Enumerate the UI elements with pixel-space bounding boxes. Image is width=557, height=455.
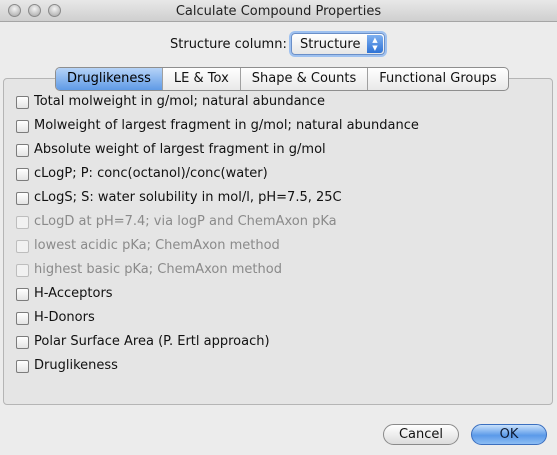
option-label: H-Donors <box>34 310 95 325</box>
checkbox[interactable] <box>16 360 29 373</box>
tab-bar: Druglikeness LE & Tox Shape & Counts Fun… <box>55 67 509 91</box>
checkbox <box>16 216 29 229</box>
tab-functional-groups[interactable]: Functional Groups <box>367 68 507 90</box>
ok-button[interactable]: OK <box>471 424 547 445</box>
tab-druglikeness[interactable]: Druglikeness <box>56 68 162 90</box>
dialog-window: Calculate Compound Properties Structure … <box>0 0 557 455</box>
option-label: Absolute weight of largest fragment in g… <box>34 142 326 157</box>
title-bar: Calculate Compound Properties <box>0 0 557 22</box>
checkbox[interactable] <box>16 192 29 205</box>
structure-column-label: Structure column: <box>170 37 287 52</box>
select-arrows-icon: ▲ ▼ <box>367 35 383 53</box>
checkbox[interactable] <box>16 96 29 109</box>
option-label: cLogS; S: water solubility in mol/l, pH=… <box>34 190 342 205</box>
option-label: cLogP; P: conc(octanol)/conc(water) <box>34 166 268 181</box>
checkbox[interactable] <box>16 120 29 133</box>
option-label: Polar Surface Area (P. Ertl approach) <box>34 334 270 349</box>
cancel-button[interactable]: Cancel <box>383 424 459 445</box>
option-label: H-Acceptors <box>34 286 113 301</box>
option-label: cLogD at pH=7.4; via logP and ChemAxon p… <box>34 214 337 229</box>
structure-column-row: Structure column: Structure ▲ ▼ <box>0 33 557 57</box>
option-label: highest basic pKa; ChemAxon method <box>34 262 282 277</box>
checkbox[interactable] <box>16 288 29 301</box>
checkbox[interactable] <box>16 144 29 157</box>
structure-column-select[interactable]: Structure ▲ ▼ <box>291 33 385 55</box>
tab-shape-counts[interactable]: Shape & Counts <box>239 68 368 90</box>
checkbox[interactable] <box>16 336 29 349</box>
checkbox <box>16 264 29 277</box>
option-label: Total molweight in g/mol; natural abunda… <box>34 94 325 109</box>
checkbox <box>16 240 29 253</box>
structure-column-value: Structure <box>300 37 361 52</box>
option-label: Druglikeness <box>34 358 118 373</box>
option-label: Molweight of largest fragment in g/mol; … <box>34 118 419 133</box>
checkbox[interactable] <box>16 312 29 325</box>
window-title: Calculate Compound Properties <box>175 4 382 19</box>
checkbox[interactable] <box>16 168 29 181</box>
option-label: lowest acidic pKa; ChemAxon method <box>34 238 280 253</box>
tab-le-tox[interactable]: LE & Tox <box>161 68 240 90</box>
